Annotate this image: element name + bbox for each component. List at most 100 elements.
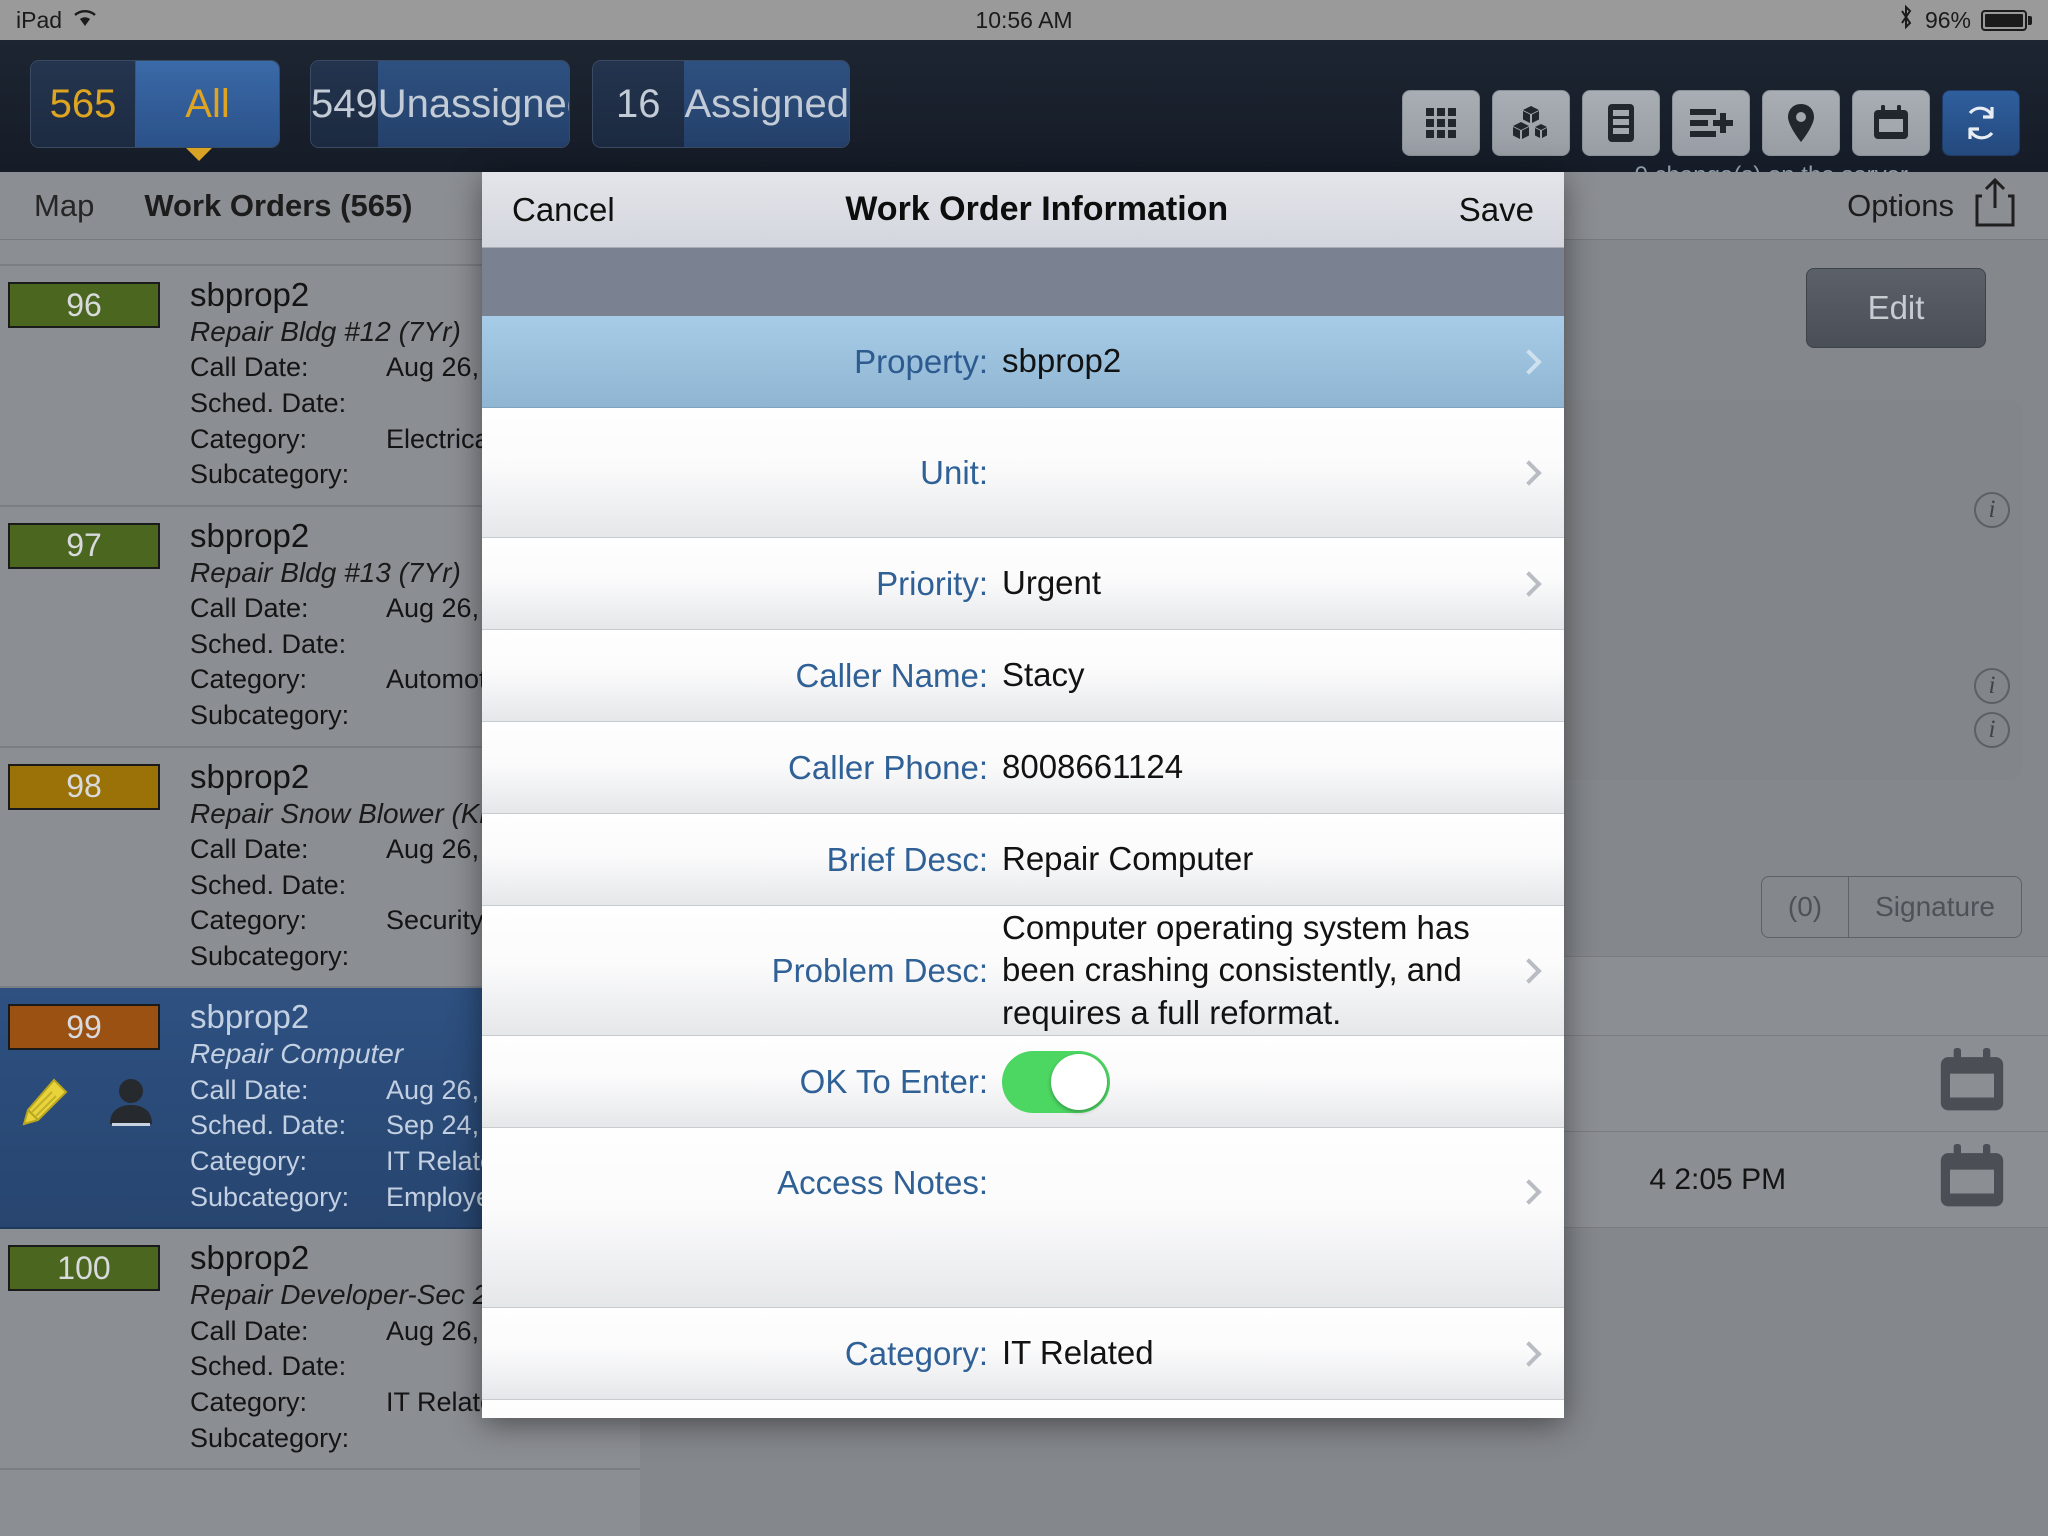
edit-button[interactable]: Edit xyxy=(1806,268,1986,348)
work-order-information-modal: Cancel Work Order Information Save Prope… xyxy=(482,172,1564,1418)
call-date-label: Call Date: xyxy=(190,593,309,624)
form-row-priority[interactable]: Priority: Urgent xyxy=(482,538,1564,630)
sched-date-label: Sched. Date: xyxy=(190,1351,347,1382)
calendar-icon[interactable] xyxy=(1936,1048,2008,1119)
battery-percent: 96% xyxy=(1924,6,1971,33)
sched-date-label: Sched. Date: xyxy=(190,1110,347,1141)
form-row-problem-desc[interactable]: Problem Desc: Computer operating system … xyxy=(482,906,1564,1036)
modal-header: Cancel Work Order Information Save xyxy=(482,172,1564,248)
form-row-brief-desc[interactable]: Brief Desc: Repair Computer xyxy=(482,814,1564,906)
filter-active-caret xyxy=(186,148,212,161)
work-order-id-badge: 98 xyxy=(8,763,160,810)
form-value: IT Related xyxy=(1002,1334,1154,1372)
save-button[interactable]: Save xyxy=(1459,191,1534,229)
form-label: Unit: xyxy=(920,453,988,491)
form-row-caller-phone[interactable]: Caller Phone: 8008661124 xyxy=(482,722,1564,814)
form-value: Computer operating system has been crash… xyxy=(1002,909,1470,1031)
list-add-icon[interactable] xyxy=(1672,90,1750,156)
options-button[interactable]: Options xyxy=(1847,188,1954,224)
filter-unassigned-count: 549 xyxy=(311,61,378,147)
form-row-subcategory[interactable]: Subcategory: Employee Workstation xyxy=(482,1400,1564,1418)
filter-assigned-count: 16 xyxy=(593,61,684,147)
filter-all[interactable]: 565 All xyxy=(30,60,280,148)
info-icon[interactable]: i xyxy=(1974,668,2010,704)
signature-button[interactable]: Signature xyxy=(1848,877,2021,937)
form-label: Category: xyxy=(844,1334,988,1372)
document-icon[interactable] xyxy=(1582,90,1660,156)
chevron-right-icon xyxy=(1516,459,1542,486)
form-value: Stacy xyxy=(1002,656,1085,694)
category-label: Category: xyxy=(190,905,308,936)
filter-unassigned-label: Unassigned xyxy=(377,61,569,147)
work-order-id-badge: 99 xyxy=(8,1004,160,1051)
subcategory-label: Subcategory: xyxy=(190,700,350,731)
toolbar-icon-group xyxy=(1402,90,2020,156)
filter-all-count: 565 xyxy=(31,61,135,147)
calendar-icon[interactable] xyxy=(1852,90,1930,156)
subcategory-label: Subcategory: xyxy=(190,1181,350,1212)
modal-spacer xyxy=(482,248,1564,316)
form-value: Urgent xyxy=(1002,564,1102,602)
map-tab[interactable]: Map xyxy=(34,188,94,224)
work-order-id-badge: 96 xyxy=(8,282,160,328)
sched-date-label: Sched. Date: xyxy=(190,628,347,659)
cancel-button[interactable]: Cancel xyxy=(512,191,615,229)
attachment-signature-group: (0) Signature xyxy=(1760,876,2022,938)
person-icon[interactable] xyxy=(106,1076,156,1133)
info-icon[interactable]: i xyxy=(1974,492,2010,528)
calendar-icon[interactable] xyxy=(1936,1144,2008,1215)
pencil-icon[interactable] xyxy=(18,1076,70,1133)
map-pin-icon[interactable] xyxy=(1762,90,1840,156)
call-date-label: Call Date: xyxy=(190,833,309,864)
form-row-category[interactable]: Category: IT Related xyxy=(482,1308,1564,1400)
form-row-ok-to-enter[interactable]: OK To Enter: xyxy=(482,1036,1564,1128)
filter-unassigned[interactable]: 549 Unassigned xyxy=(310,60,570,148)
form-row-access-notes[interactable]: Access Notes: xyxy=(482,1128,1564,1308)
category-label: Category: xyxy=(190,423,308,454)
date-value: 4 2:05 PM xyxy=(1649,1162,1787,1196)
form-label: Caller Phone: xyxy=(788,748,988,786)
status-bar-right: 96% xyxy=(1897,4,2048,36)
category-label: Category: xyxy=(190,1146,308,1177)
bluetooth-icon xyxy=(1897,4,1915,36)
subcategory-label: Subcategory: xyxy=(190,940,350,971)
form-row-unit[interactable]: Unit: xyxy=(482,408,1564,538)
form-value: 8008661124 xyxy=(1002,748,1184,786)
filter-all-label: All xyxy=(136,61,279,147)
sched-date-label: Sched. Date: xyxy=(190,869,347,900)
category-value: Electrical xyxy=(386,423,496,454)
form-row-property[interactable]: Property: sbprop2 xyxy=(482,316,1564,408)
work-order-id-badge: 97 xyxy=(8,522,160,569)
sync-icon[interactable] xyxy=(1942,90,2020,156)
form-label: OK To Enter: xyxy=(799,1062,988,1100)
page-title: Work Orders (565) xyxy=(144,187,413,223)
form-value: Repair Computer xyxy=(1002,840,1254,878)
subcategory-pair: Subcategory: xyxy=(190,1421,634,1457)
form-label: Problem Desc: xyxy=(771,951,988,989)
subcategory-label: Subcategory: xyxy=(190,1422,350,1453)
category-label: Category: xyxy=(190,1386,308,1417)
form-value: sbprop2 xyxy=(1002,342,1122,380)
ios-status-bar: iPad 10:56 AM 96% xyxy=(0,0,2048,40)
chevron-right-icon xyxy=(1516,570,1542,597)
subcategory-label: Subcategory: xyxy=(190,459,350,490)
category-label: Category: xyxy=(190,664,308,695)
chevron-right-icon xyxy=(1516,1179,1542,1205)
info-icon[interactable]: i xyxy=(1974,712,2010,748)
filter-assigned[interactable]: 16 Assigned xyxy=(592,60,850,148)
ok-to-enter-toggle[interactable] xyxy=(1002,1050,1110,1113)
call-date-label: Call Date: xyxy=(190,1315,309,1346)
attachments-count[interactable]: (0) xyxy=(1762,877,1848,937)
cubes-icon[interactable] xyxy=(1492,90,1570,156)
share-icon[interactable] xyxy=(1974,177,2016,233)
work-order-id-badge: 100 xyxy=(8,1245,160,1292)
call-date-label: Call Date: xyxy=(190,1074,309,1105)
chevron-right-icon xyxy=(1516,957,1542,984)
sched-date-label: Sched. Date: xyxy=(190,387,347,418)
form-row-caller-name[interactable]: Caller Name: Stacy xyxy=(482,630,1564,722)
modal-title: Work Order Information xyxy=(845,190,1229,228)
category-value: Security xyxy=(386,905,484,936)
form-label: Brief Desc: xyxy=(826,840,988,878)
app-screen: iPad 10:56 AM 96% 565 All 549 Unassigned… xyxy=(0,0,2048,1536)
grid-icon[interactable] xyxy=(1402,90,1480,156)
